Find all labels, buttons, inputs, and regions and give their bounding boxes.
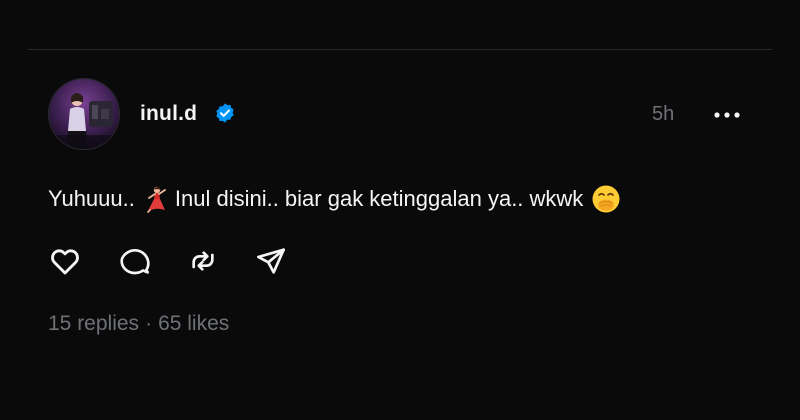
more-options-button[interactable] xyxy=(708,104,746,126)
more-horizontal-icon xyxy=(714,112,740,118)
post-text: Yuhuuu.. Inul disini.. biar gak ketingga… xyxy=(48,184,621,214)
post-text-part2: Inul disini.. biar gak ketinggalan ya.. … xyxy=(174,186,584,211)
avatar[interactable] xyxy=(48,78,120,150)
hand-over-mouth-emoji-icon xyxy=(591,184,621,214)
share-button[interactable] xyxy=(254,244,288,278)
top-divider xyxy=(28,49,772,50)
post-text-part1: Yuhuuu.. xyxy=(48,186,135,211)
repost-button[interactable] xyxy=(186,244,220,278)
like-button[interactable] xyxy=(48,244,82,278)
likes-count-link[interactable]: 65 likes xyxy=(158,312,229,335)
dancer-emoji-icon xyxy=(143,185,169,213)
replies-count-link[interactable]: 15 replies xyxy=(48,312,139,335)
comment-icon xyxy=(120,249,150,275)
verified-badge-icon xyxy=(214,102,236,124)
post-timestamp: 5h xyxy=(652,103,675,125)
share-icon xyxy=(257,248,285,274)
reply-button[interactable] xyxy=(118,244,152,278)
username[interactable]: inul.d xyxy=(140,102,197,126)
repost-icon xyxy=(192,251,214,271)
stats-separator: · xyxy=(145,312,153,335)
post-stats: 15 replies · 65 likes xyxy=(48,312,229,336)
profile-photo xyxy=(49,79,119,149)
heart-icon xyxy=(51,249,79,275)
